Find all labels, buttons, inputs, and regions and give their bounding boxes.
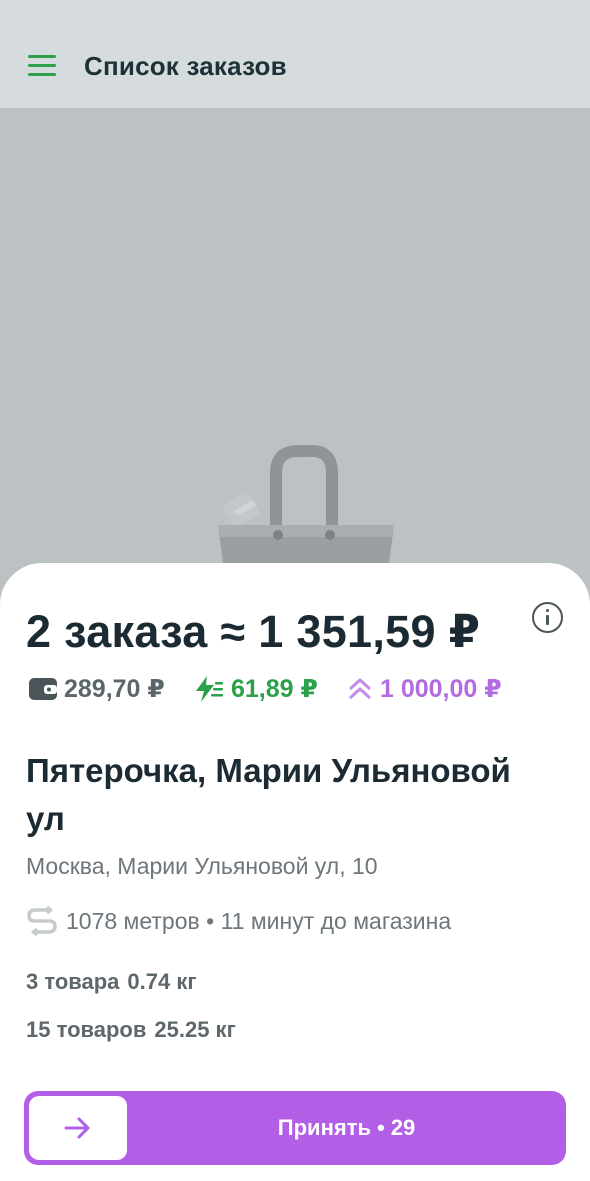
wallet-icon bbox=[29, 678, 57, 700]
order-bottom-sheet: 2 заказа ≈ 1 351,59 ₽ 289,70 ₽ 61,89 ₽ 1… bbox=[0, 563, 590, 1181]
order-item-count: 3 товара bbox=[26, 969, 120, 994]
accept-label-text: Принять bbox=[277, 1115, 371, 1140]
slide-handle[interactable] bbox=[29, 1096, 127, 1160]
info-icon[interactable] bbox=[532, 602, 563, 633]
route-text: 1078 метров • 11 минут до магазина bbox=[66, 907, 452, 934]
extra-pay-amount: 1 000,00 ₽ bbox=[380, 675, 502, 703]
payment-breakdown: 289,70 ₽ 61,89 ₽ 1 000,00 ₽ bbox=[28, 673, 568, 705]
order-items-line: 15 товаров 25.25 кг bbox=[26, 1017, 236, 1043]
shopping-basket-icon bbox=[212, 445, 402, 575]
accept-button[interactable]: Принять • 29 bbox=[24, 1091, 566, 1165]
base-pay: 289,70 ₽ bbox=[28, 673, 165, 705]
route-icon bbox=[27, 906, 57, 936]
top-app-bar: Список заказов bbox=[0, 0, 590, 108]
bonus-pay: 61,89 ₽ bbox=[193, 673, 318, 705]
accept-counter: 29 bbox=[390, 1115, 416, 1140]
base-pay-amount: 289,70 ₽ bbox=[64, 675, 165, 703]
order-total: 2 заказа ≈ 1 351,59 ₽ bbox=[26, 606, 481, 657]
extra-pay: 1 000,00 ₽ bbox=[346, 673, 502, 705]
double-chevron-up-icon bbox=[348, 678, 372, 700]
order-weight: 25.25 кг bbox=[154, 1017, 236, 1042]
arrow-right-icon bbox=[64, 1117, 90, 1139]
order-weight: 0.74 кг bbox=[127, 969, 197, 994]
lightning-icon bbox=[196, 676, 223, 702]
page-title: Список заказов bbox=[84, 51, 287, 81]
accept-button-label: Принять • 29 bbox=[127, 1091, 566, 1165]
bonus-pay-amount: 61,89 ₽ bbox=[231, 675, 318, 703]
order-item-count: 15 товаров bbox=[26, 1017, 147, 1042]
store-name: Пятерочка, Марии Ульяновой ул bbox=[26, 752, 511, 837]
store-address: Москва, Марии Ульяновой ул, 10 bbox=[26, 853, 378, 879]
accept-separator: • bbox=[377, 1115, 385, 1140]
hamburger-menu-icon[interactable] bbox=[28, 55, 56, 77]
order-items-line: 3 товара 0.74 кг bbox=[26, 969, 197, 995]
route-info: 1078 метров • 11 минут до магазина bbox=[26, 905, 451, 937]
